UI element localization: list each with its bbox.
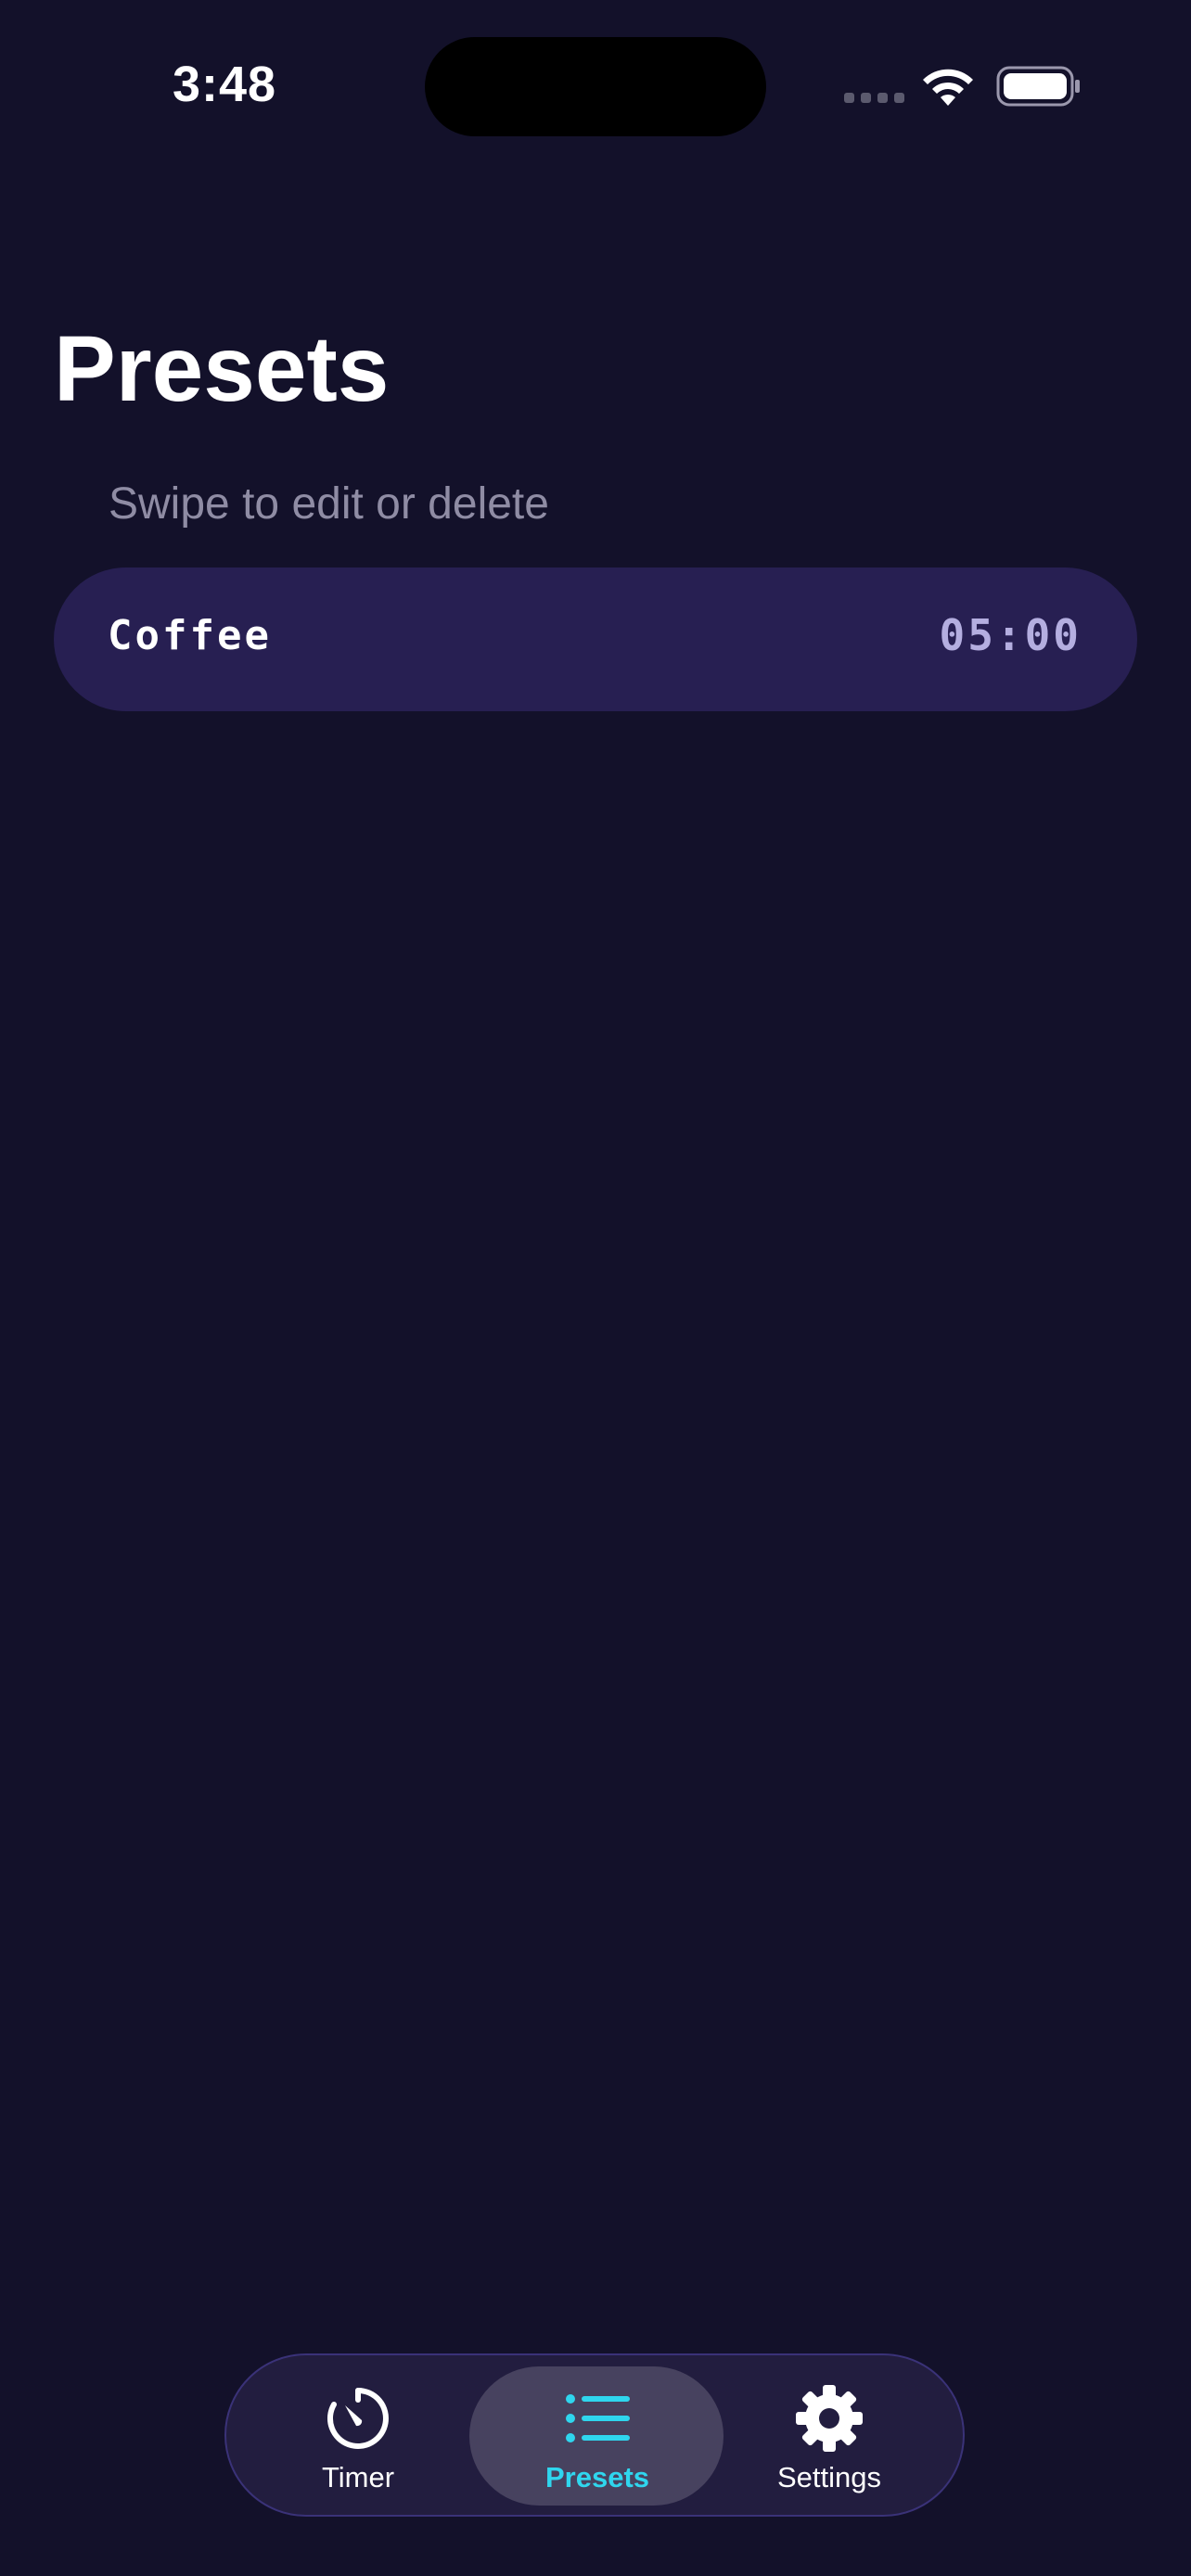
- wifi-icon: [923, 69, 973, 106]
- dynamic-island: [425, 37, 766, 136]
- presets-screen: 3:48 Presets Swipe to edit or delete Cof…: [0, 0, 1191, 2576]
- tab-timer-label: Timer: [321, 2461, 395, 2493]
- list-icon: [566, 2394, 630, 2442]
- status-time: 3:48: [173, 57, 277, 112]
- tab-presets-label: Presets: [544, 2461, 650, 2493]
- preset-duration: 05:00: [939, 610, 1082, 660]
- tab-bar: Timer Presets Settings: [224, 2353, 965, 2517]
- preset-name: Coffee: [108, 612, 272, 659]
- tab-settings[interactable]: Settings: [709, 2355, 950, 2515]
- cellular-signal-icon: [844, 93, 904, 103]
- swipe-hint: Swipe to edit or delete: [109, 479, 549, 529]
- tab-presets[interactable]: Presets: [477, 2355, 718, 2515]
- tab-timer[interactable]: Timer: [237, 2355, 479, 2515]
- gear-icon: [796, 2385, 863, 2452]
- page-title: Presets: [54, 317, 390, 421]
- preset-row-coffee[interactable]: Coffee 05:00: [54, 567, 1137, 711]
- tab-settings-label: Settings: [776, 2461, 881, 2493]
- battery-icon: [996, 66, 1080, 107]
- timer-icon: [327, 2388, 389, 2449]
